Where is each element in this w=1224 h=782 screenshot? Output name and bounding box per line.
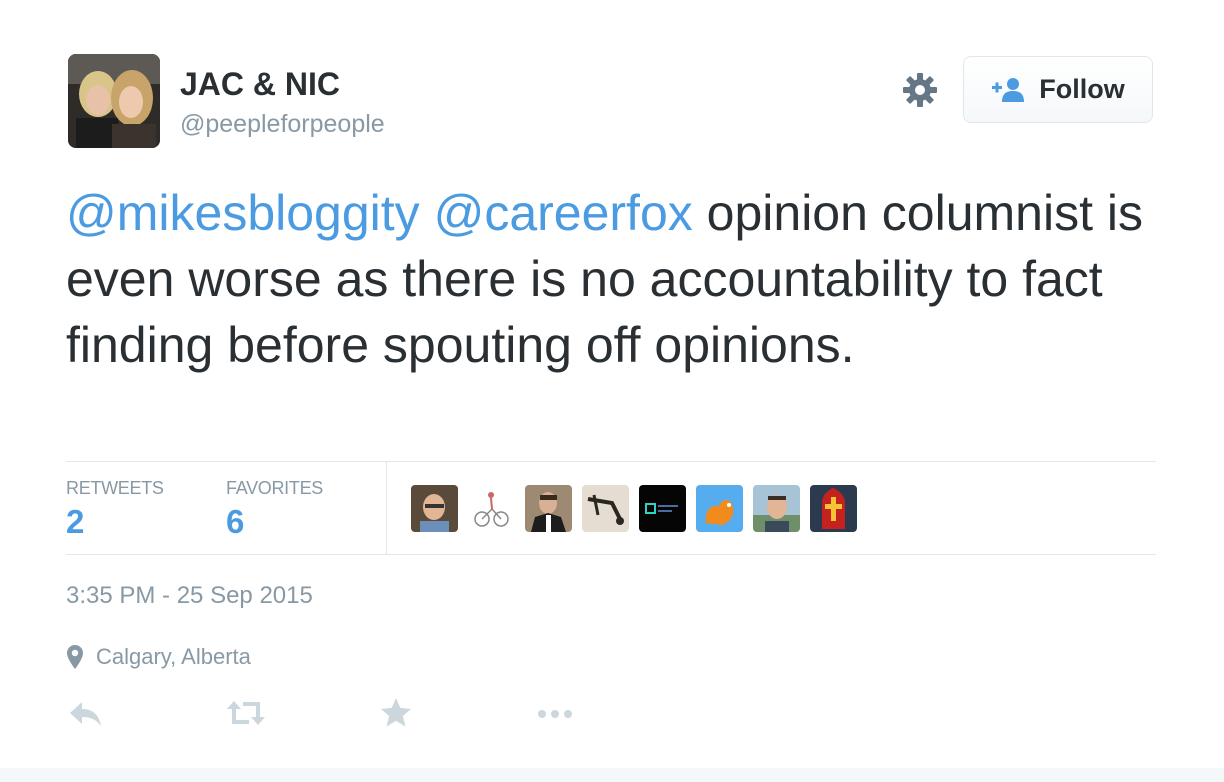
retweets-label: RETWEETS [66,478,164,498]
mention-link[interactable]: @mikesbloggity [66,185,420,241]
stats-divider [386,462,387,554]
tweet-location[interactable]: Calgary, Alberta [66,644,251,670]
more-dots-icon[interactable] [536,696,576,735]
gear-icon[interactable] [900,70,940,110]
favorite-star-icon[interactable] [379,696,413,735]
tweet-timestamp[interactable]: 3:35 PM - 25 Sep 2015 [66,582,313,610]
avatar-orange-squirrel[interactable] [696,485,743,532]
profile-photo [68,54,160,148]
tweet-stats: RETWEETS 2 FAVORITES 6 [66,461,1156,555]
retweets-count: 2 [66,503,85,540]
avatar-tools-photo[interactable] [582,485,629,532]
favorites-stat[interactable]: FAVORITES 6 [226,478,323,541]
avatar-smiling-man[interactable] [753,485,800,532]
avatar-dark-logo[interactable] [639,485,686,532]
map-pin-icon [67,645,83,669]
bottom-divider [0,768,1224,782]
retweets-stat[interactable]: RETWEETS 2 [66,478,164,541]
favorites-count: 6 [226,503,245,540]
author-screen-name[interactable]: @peepleforpeople [180,110,385,139]
avatar-red-mitre[interactable] [810,485,857,532]
avatar-man-with-glasses[interactable] [411,485,458,532]
retweet-icon[interactable] [225,696,267,735]
reply-icon[interactable] [68,696,104,735]
author-avatar[interactable] [68,54,160,148]
follow-label: Follow [1039,74,1125,104]
author-display-name[interactable]: JAC & NIC [180,66,340,103]
avatar-man-in-suit[interactable] [525,485,572,532]
mention-link[interactable]: @careerfox [434,185,693,241]
avatar-cyclist-sketch[interactable] [468,485,515,532]
follow-button[interactable]: Follow [963,56,1153,123]
location-label: Calgary, Alberta [96,644,251,669]
add-user-icon [992,77,1025,102]
favorites-label: FAVORITES [226,478,323,498]
tweet-text: @mikesbloggity @careerfox opinion column… [66,180,1176,378]
